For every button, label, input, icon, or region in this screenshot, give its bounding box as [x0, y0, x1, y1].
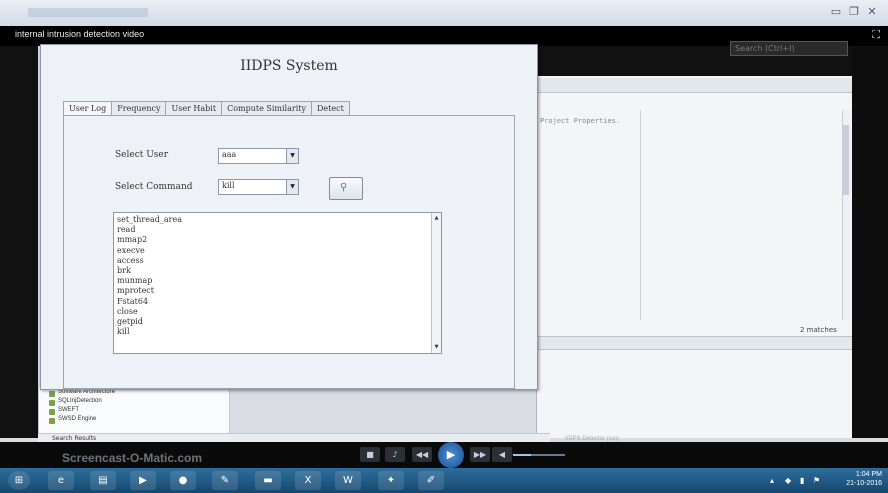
folder-icon [49, 418, 55, 424]
close-icon[interactable]: ✕ [864, 5, 880, 19]
tab-user-habit[interactable]: User Habit [165, 101, 223, 116]
tree-item[interactable]: SWEFT [58, 407, 79, 413]
list-item[interactable]: access [117, 256, 441, 266]
folder-icon [49, 391, 55, 397]
ide-tab-strip [536, 78, 852, 93]
clock[interactable]: 1:04 PM 21-10-2016 [846, 470, 882, 488]
stop-icon[interactable]: ■ [360, 447, 380, 462]
tray-network-icon[interactable]: ◆ [785, 476, 791, 485]
ide-search-input[interactable]: Search (Ctrl+I) [730, 41, 848, 56]
tree-item[interactable]: SQLInjDetection [58, 398, 102, 404]
list-item[interactable]: kill [117, 327, 441, 337]
list-scrollbar[interactable]: ▲ ▼ [431, 213, 441, 353]
fullscreen-icon[interactable]: ⛶ [872, 28, 880, 42]
pane-divider [640, 110, 641, 320]
list-item[interactable]: brk [117, 266, 441, 276]
word-icon[interactable]: W [335, 471, 361, 490]
folder-icon [49, 400, 55, 406]
list-item[interactable]: Fstat64 [117, 297, 441, 307]
ide-title-toolbar [28, 8, 148, 17]
firefox-icon[interactable]: ● [170, 471, 196, 490]
tab-user-log[interactable]: User Log [63, 101, 113, 116]
list-item[interactable]: getpid [117, 317, 441, 327]
restore-icon[interactable]: ❐ [846, 5, 862, 19]
scroll-down-icon[interactable]: ▼ [433, 344, 440, 351]
explorer-icon[interactable]: ▤ [90, 471, 116, 490]
select-user-label: Select User [115, 150, 169, 160]
tab-bar: User Log Frequency User Habit Compute Si… [63, 101, 350, 116]
tab-frequency[interactable]: Frequency [111, 101, 167, 116]
playback-progress-fill [513, 454, 532, 456]
select-user-value: aaa [222, 150, 237, 159]
search-icon: ⚲ [340, 182, 348, 193]
select-command-label: Select Command [115, 182, 193, 192]
output-pane-header [536, 336, 852, 350]
tab-detect[interactable]: Detect [311, 101, 350, 116]
tray-flag-icon[interactable]: ⚑ [813, 476, 820, 485]
iidps-dialog: IIDPS System User Log Frequency User Hab… [40, 44, 538, 390]
video-letterbox-right [852, 46, 888, 438]
chevron-down-icon[interactable]: ▼ [286, 149, 298, 163]
watermark: Screencast-O-Matic.com [62, 451, 203, 465]
folder-app-icon[interactable]: ▬ [255, 471, 281, 490]
excel-icon[interactable]: X [295, 471, 321, 490]
tree-item[interactable]: SWSD Engine [58, 416, 96, 422]
ide-title-bar: ▭ ❐ ✕ [0, 0, 888, 27]
editor-scrollbar-thumb[interactable] [843, 125, 849, 195]
media-icon[interactable]: ▶ [130, 471, 156, 490]
select-command-value: kill [222, 181, 235, 190]
matches-count: 2 matches [800, 326, 837, 334]
tray-arrow-icon[interactable]: ▴ [770, 476, 774, 485]
paint-icon[interactable]: ✎ [212, 471, 238, 490]
ide-editor-pane [536, 46, 853, 438]
volume-icon[interactable]: ♪ [385, 447, 405, 462]
dialog-title: IIDPS System [240, 58, 338, 74]
forward-icon[interactable]: ▶▶ [470, 447, 490, 462]
playback-progress[interactable] [513, 454, 565, 456]
project-properties-text: Project Properties. [540, 117, 621, 125]
video-title: internal intrusion detection video [15, 29, 145, 39]
folder-icon [49, 409, 55, 415]
video-letterbox-left [0, 46, 38, 438]
clock-date: 21-10-2016 [846, 480, 882, 487]
tray-signal-icon[interactable]: ▮ [800, 476, 804, 485]
network-app-icon[interactable]: ✦ [378, 471, 404, 490]
ie-icon[interactable]: e [48, 471, 74, 490]
mute-icon[interactable]: ◀ [492, 447, 512, 462]
minimize-icon[interactable]: ▭ [828, 5, 844, 19]
chevron-down-icon[interactable]: ▼ [286, 180, 298, 194]
tool-app-icon[interactable]: ✐ [418, 471, 444, 490]
scroll-up-icon[interactable]: ▲ [433, 215, 440, 222]
list-item[interactable]: close [117, 307, 441, 317]
rewind-icon[interactable]: ◀◀ [412, 447, 432, 462]
list-item[interactable]: read [117, 225, 441, 235]
play-button[interactable]: ▶ [438, 442, 464, 468]
start-button[interactable]: ⊞ [8, 471, 30, 490]
command-list[interactable]: set_thread_area read mmap2 execve access… [113, 212, 442, 354]
fetch-commands-button[interactable]: ⚲ [329, 177, 363, 200]
list-item[interactable]: execve [117, 246, 441, 256]
select-command-dropdown[interactable]: kill ▼ [218, 179, 299, 195]
tab-compute-similarity[interactable]: Compute Similarity [221, 101, 312, 116]
list-item[interactable]: mmap2 [117, 235, 441, 245]
list-item[interactable]: munmap [117, 276, 441, 286]
clock-time: 1:04 PM [855, 471, 882, 478]
list-item[interactable]: mprotect [117, 286, 441, 296]
list-item[interactable]: set_thread_area [117, 215, 441, 225]
select-user-dropdown[interactable]: aaa ▼ [218, 148, 299, 164]
